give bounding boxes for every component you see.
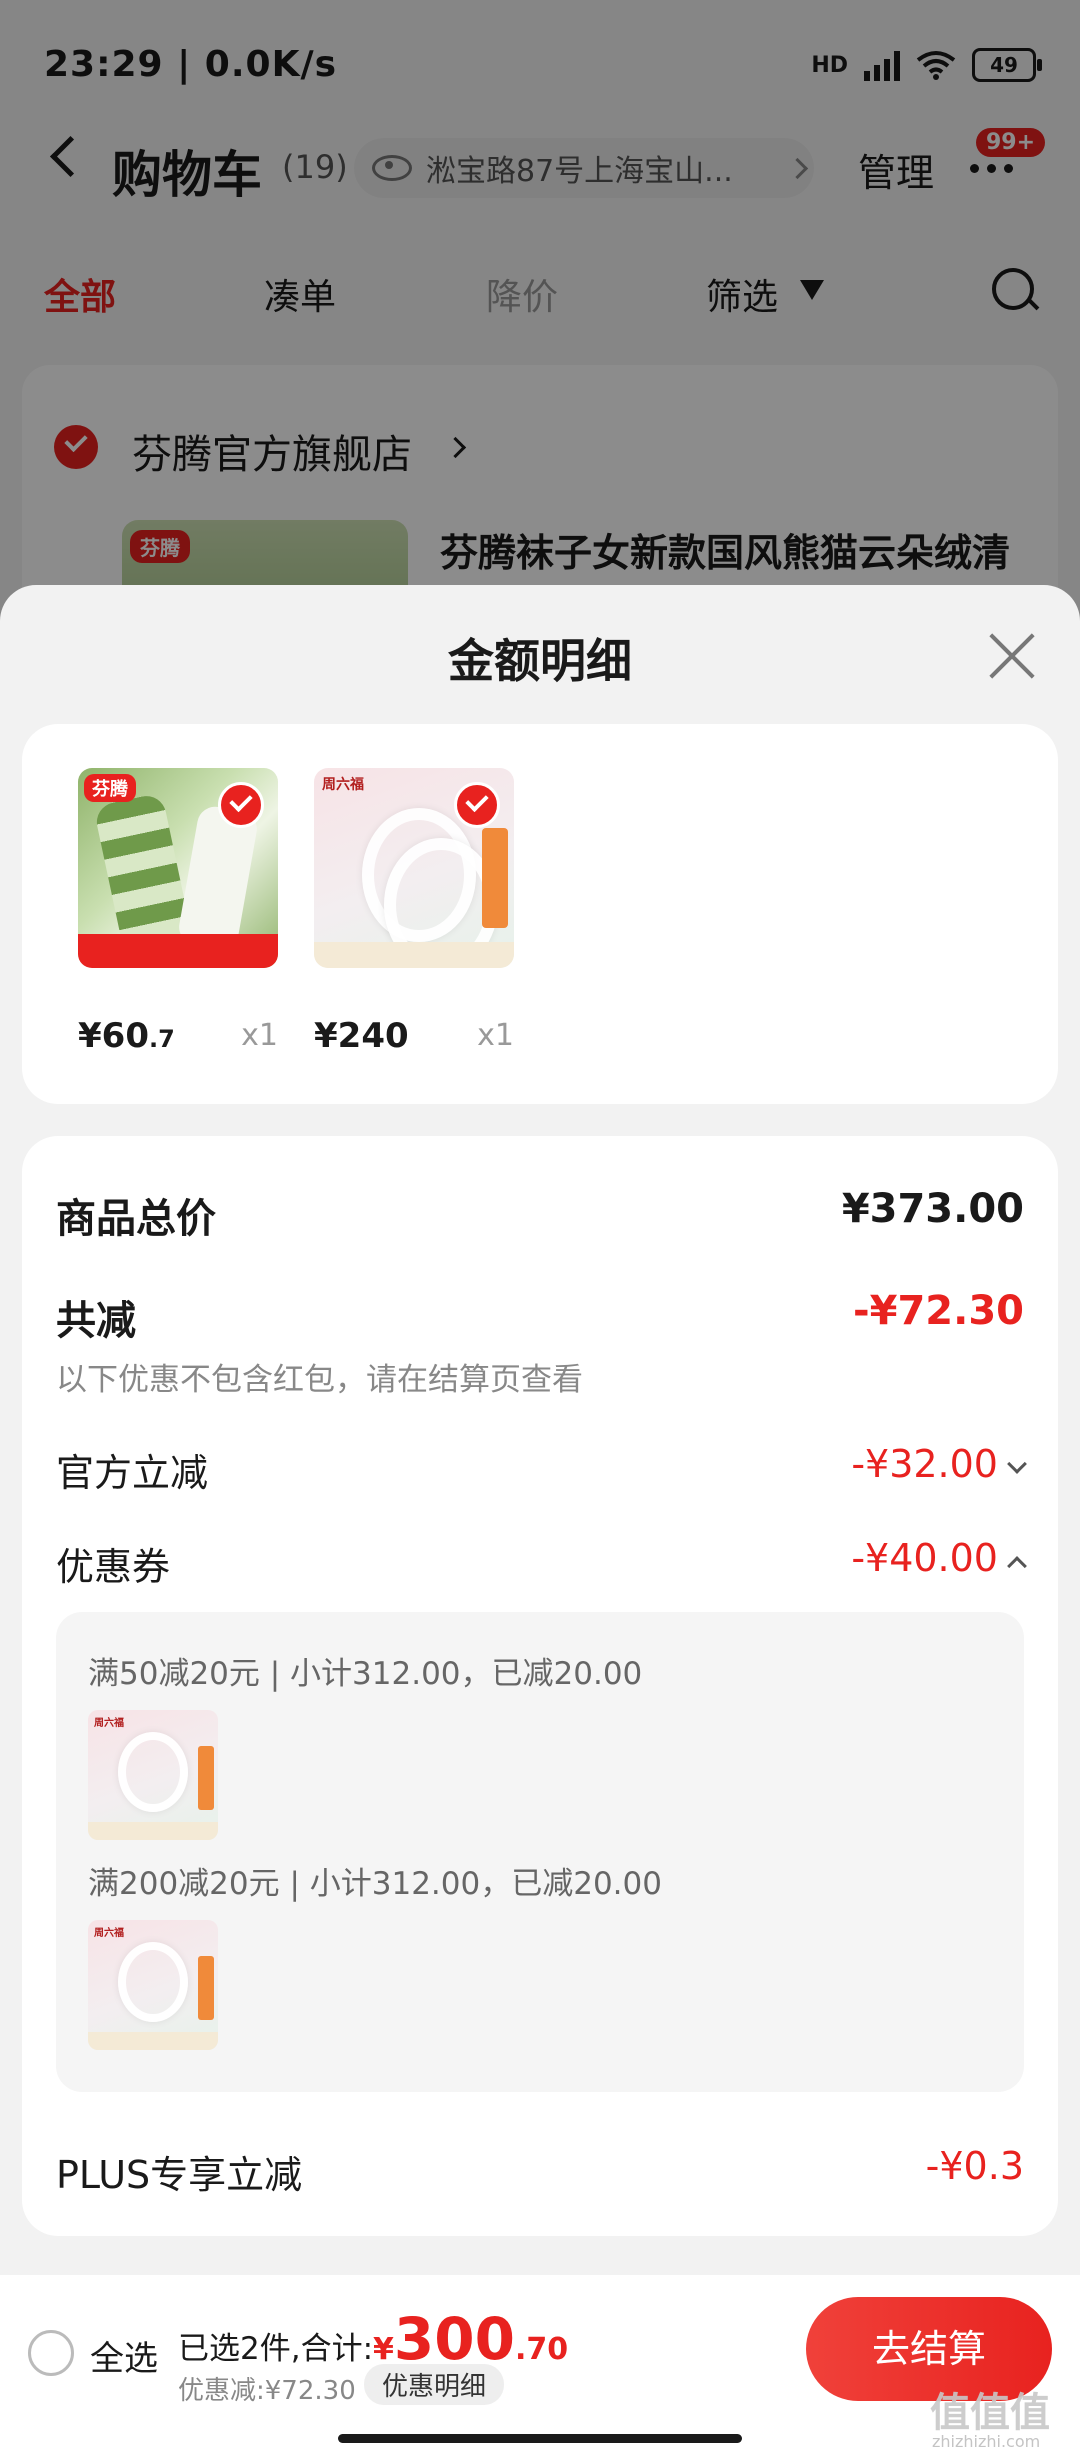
coupon-value[interactable]: -¥40.00: [851, 1536, 1027, 1580]
selected-item[interactable]: 周六福 ¥240 x1: [314, 768, 514, 1056]
brand-logo: 周六福: [94, 1928, 124, 1939]
official-discount-label: 官方立减: [56, 1451, 209, 1495]
plus-discount-label: PLUS专享立减: [56, 2153, 303, 2197]
reduce-value: -¥72.30: [853, 1288, 1024, 1334]
item-quantity: x1: [477, 1018, 514, 1053]
item-price: ¥240: [314, 1016, 409, 1056]
select-all-label[interactable]: 全选: [90, 2331, 158, 2380]
total-value: ¥373.00: [841, 1186, 1024, 1232]
close-icon[interactable]: [986, 630, 1038, 682]
selected-check-icon: [218, 782, 264, 828]
reduce-label: 共减: [56, 1298, 136, 1344]
coupon-rule: 满50减20元 | 小计312.00，已减20.00: [88, 1656, 643, 1692]
coupon-product-thumbnail: 周六福: [88, 1710, 218, 1840]
sheet-title: 金额明细: [448, 634, 632, 688]
total-summary: 已选2件,合计:¥300.70: [178, 2305, 569, 2373]
brand-logo: 周六福: [322, 777, 364, 793]
watermark-url: zhizhizhi.com: [932, 2432, 1041, 2451]
chevron-up-icon: [1007, 1556, 1027, 1576]
selected-check-icon: [454, 782, 500, 828]
coupon-product-thumbnail: 周六福: [88, 1920, 218, 2050]
coupon-label: 优惠券: [56, 1545, 171, 1589]
plus-discount-value: -¥0.3: [925, 2144, 1024, 2188]
select-all-radio[interactable]: [28, 2330, 74, 2376]
discount-detail-button[interactable]: 优惠明细: [364, 2364, 505, 2405]
item-price: ¥60.7: [78, 1016, 175, 1056]
watermark-logo: 值值值: [930, 2390, 1050, 2436]
official-discount-value[interactable]: -¥32.00: [851, 1442, 1027, 1486]
item-quantity: x1: [241, 1018, 278, 1053]
brand-logo: 芬腾: [84, 774, 136, 802]
reduce-note: 以下优惠不包含红包，请在结算页查看: [56, 1362, 583, 1398]
coupon-rule: 满200减20元 | 小计312.00，已减20.00: [88, 1866, 662, 1902]
discount-summary: 优惠减:¥72.30: [178, 2376, 356, 2406]
brand-logo: 周六福: [94, 1718, 124, 1729]
total-label: 商品总价: [56, 1196, 216, 1242]
home-indicator[interactable]: [338, 2434, 742, 2443]
chevron-down-icon: [1007, 1454, 1027, 1474]
selected-item[interactable]: 芬腾 ¥60.7 x1: [78, 768, 278, 1056]
